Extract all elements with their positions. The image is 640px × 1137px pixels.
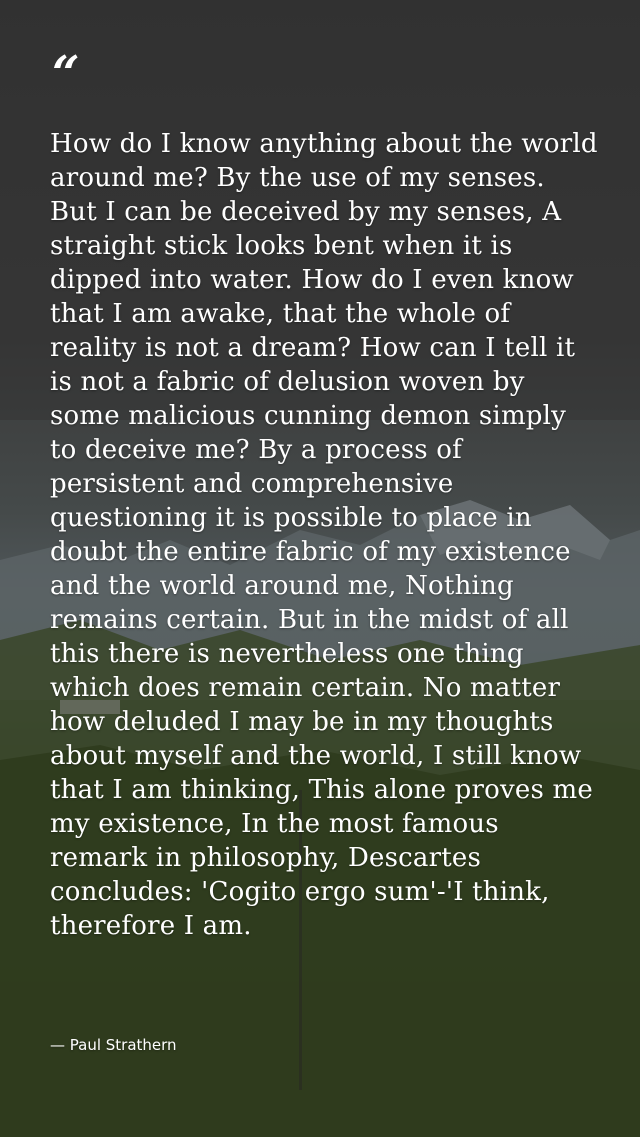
quote-author: — Paul Strathern [50,1036,177,1054]
quote-text: How do I know anything about the world a… [50,129,598,941]
quote-mark-icon: “ [52,46,80,102]
quote-card: “ How do I know anything about the world… [0,0,640,1137]
